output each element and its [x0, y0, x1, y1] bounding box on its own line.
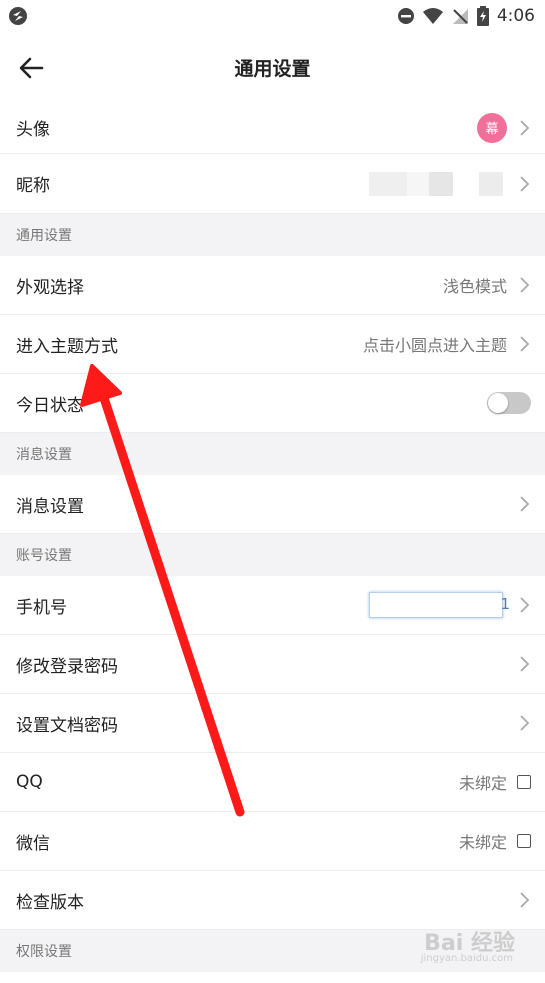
- chevron-right-icon: [520, 336, 530, 352]
- wifi-icon: [422, 8, 443, 24]
- chevron-right-icon: [520, 496, 530, 512]
- enter-theme-row[interactable]: 进入主题方式 点击小圆点进入主题: [0, 315, 545, 374]
- qq-value: 未绑定: [458, 774, 507, 793]
- app-logo-icon: [9, 7, 27, 25]
- chevron-right-icon: [520, 119, 530, 136]
- phone-row[interactable]: 手机号 1: [0, 576, 545, 635]
- wechat-label: 微信: [16, 833, 50, 854]
- avatar-label: 头像: [16, 120, 50, 140]
- nickname-row[interactable]: 昵称: [0, 154, 545, 214]
- chevron-right-icon: [520, 597, 530, 613]
- section-message: 消息设置: [0, 433, 545, 475]
- status-icons: 4:06: [397, 6, 535, 26]
- back-arrow-icon[interactable]: [16, 53, 46, 83]
- chevron-right-icon: [520, 715, 530, 731]
- chevron-right-icon: [520, 656, 530, 672]
- today-status-row: 今日状态: [0, 374, 545, 433]
- wechat-value: 未绑定: [458, 833, 507, 852]
- phone-redacted: 1: [369, 592, 510, 618]
- enter-theme-label: 进入主题方式: [16, 336, 118, 357]
- section-account: 账号设置: [0, 534, 545, 576]
- do-not-disturb-icon: [397, 8, 414, 24]
- section-general: 通用设置: [0, 214, 545, 256]
- wechat-row[interactable]: 微信 未绑定: [0, 812, 545, 871]
- change-password-label: 修改登录密码: [16, 656, 118, 677]
- qq-checkbox[interactable]: [517, 775, 531, 789]
- phone-label: 手机号: [16, 597, 67, 618]
- today-status-label: 今日状态: [16, 395, 84, 416]
- appearance-value: 浅色模式: [442, 277, 507, 296]
- message-settings-row[interactable]: 消息设置: [0, 475, 545, 534]
- battery-charging-icon: [476, 6, 489, 26]
- appearance-row[interactable]: 外观选择 浅色模式: [0, 256, 545, 315]
- page-title: 通用设置: [234, 57, 311, 80]
- nickname-label: 昵称: [16, 176, 50, 196]
- chevron-right-icon: [520, 277, 530, 293]
- no-signal-icon: [452, 9, 468, 24]
- enter-theme-value: 点击小圆点进入主题: [362, 336, 507, 355]
- today-status-toggle[interactable]: [487, 392, 531, 414]
- status-bar: 4:06: [0, 0, 545, 32]
- doc-password-label: 设置文档密码: [16, 715, 118, 736]
- chevron-right-icon: [520, 175, 530, 192]
- watermark-sub: jingyan.baidu.com: [420, 953, 513, 964]
- qq-row[interactable]: QQ 未绑定: [0, 753, 545, 812]
- avatar-row[interactable]: 头像 幕: [0, 102, 545, 154]
- status-time: 4:06: [496, 6, 535, 26]
- chevron-right-icon: [520, 892, 530, 908]
- phone-digit: 1: [500, 595, 510, 613]
- message-settings-label: 消息设置: [16, 496, 84, 517]
- check-version-row[interactable]: 检查版本: [0, 871, 545, 930]
- change-password-row[interactable]: 修改登录密码: [0, 635, 545, 694]
- wechat-checkbox[interactable]: [517, 834, 531, 848]
- doc-password-row[interactable]: 设置文档密码: [0, 694, 545, 753]
- avatar: 幕: [477, 112, 507, 143]
- check-version-label: 检查版本: [16, 892, 84, 913]
- settings-list: 头像 幕 昵称 通用设置 外观选择 浅色模式 进入主题方式 点击小圆点进入主题 …: [0, 102, 545, 972]
- qq-label: QQ: [16, 772, 43, 792]
- app-bar: 通用设置: [0, 32, 545, 102]
- nickname-redacted: [369, 171, 503, 196]
- appearance-label: 外观选择: [16, 277, 84, 298]
